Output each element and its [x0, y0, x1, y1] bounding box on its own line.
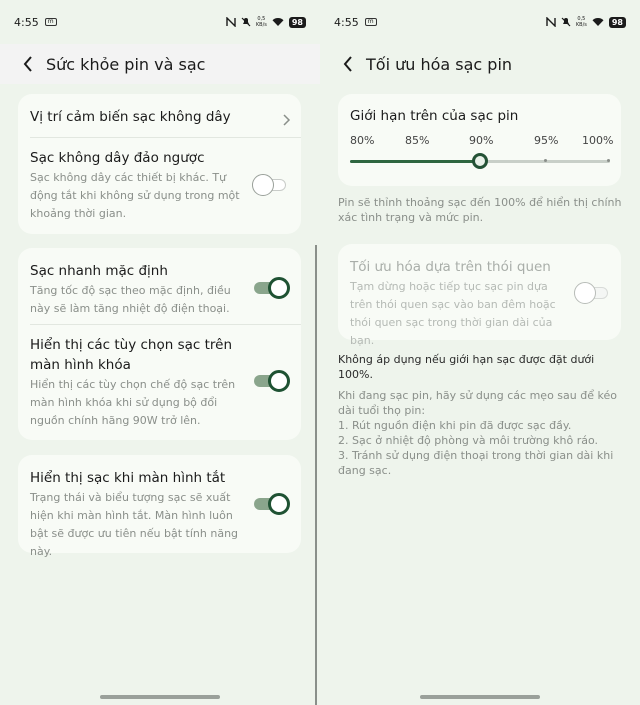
mute-icon: [561, 17, 571, 27]
slider-label: 100%: [582, 134, 614, 147]
reverse-wireless-toggle[interactable]: [252, 174, 288, 196]
status-bar: 4:55 m 0,5 KB/s 98: [0, 0, 320, 44]
back-arrow-icon: [23, 56, 32, 72]
slider-thumb[interactable]: [472, 153, 488, 169]
slider-fill: [350, 160, 480, 163]
battery-indicator: 98: [608, 16, 626, 28]
wifi-icon: [592, 18, 604, 26]
charge-limit-slider[interactable]: [350, 153, 610, 169]
item-title: Vị trí cảm biến sạc không dây: [30, 109, 231, 125]
page-title: Tối ưu hóa sạc pin: [366, 54, 513, 74]
item-title: Hiển thị các tùy chọn sạc trên màn hình …: [30, 337, 232, 373]
habit-card: Tối ưu hóa dựa trên thói quen Tạm dừng h…: [338, 244, 621, 347]
tips-section: Khi đang sạc pin, hãy sử dụng các mẹo sa…: [338, 388, 628, 478]
slider-label: 80%: [350, 134, 375, 147]
item-title: Hiển thị sạc khi màn hình tắt: [30, 470, 226, 486]
status-time: 4:55: [14, 15, 39, 29]
lockscreen-options-toggle[interactable]: [254, 370, 290, 392]
item-desc: Hiển thị các tùy chọn chế độ sạc trên mà…: [30, 378, 236, 427]
status-time: 4:55: [334, 15, 359, 29]
slider-label: 85%: [405, 134, 430, 147]
wifi-icon: [272, 18, 284, 26]
slider-label: 95%: [534, 134, 559, 147]
screen-off-charging-toggle[interactable]: [254, 493, 290, 515]
nfc-icon: [226, 17, 236, 27]
gesture-nav-handle[interactable]: [420, 695, 540, 699]
mute-icon: [241, 17, 251, 27]
slider-note: Pin sẽ thỉnh thoảng sạc đến 100% để hiển…: [338, 196, 622, 224]
charge-limit-title: Giới hạn trên của sạc pin: [350, 108, 519, 124]
network-speed: 0,5 KB/s: [255, 16, 267, 28]
app-bar: Sức khỏe pin và sạc: [0, 44, 320, 84]
item-desc: Tạm dừng hoặc tiếp tục sạc pin dựa trên …: [350, 280, 556, 347]
gesture-nav-handle[interactable]: [100, 695, 220, 699]
habit-optimization-toggle[interactable]: [574, 282, 610, 304]
tip-item: 3. Tránh sử dụng điện thoại trong thời g…: [338, 449, 614, 477]
tips-intro: Khi đang sạc pin, hãy sử dụng các mẹo sa…: [338, 389, 617, 417]
wireless-sensor-position-item[interactable]: Vị trí cảm biến sạc không dây: [30, 107, 289, 127]
divider: [30, 137, 301, 138]
back-arrow-icon: [343, 56, 352, 72]
chevron-right-icon: [283, 114, 291, 126]
battery-health-screen: 4:55 m 0,5 KB/s 98 Sức khỏe pin và sạc Vị…: [0, 0, 320, 705]
sim-icon: m: [364, 18, 377, 26]
charge-limit-card: Giới hạn trên của sạc pin 80% 85% 90% 95…: [338, 94, 621, 186]
slider-label: 90%: [469, 134, 494, 147]
nfc-icon: [546, 17, 556, 27]
status-bar: 4:55 m 0,5 KB/s 98: [320, 0, 640, 44]
sim-icon: m: [44, 18, 57, 26]
app-bar: Tối ưu hóa sạc pin: [320, 44, 640, 84]
screen-off-card: Hiển thị sạc khi màn hình tắt Trạng thái…: [18, 455, 301, 558]
screen-divider: [315, 245, 317, 705]
network-speed: 0,5 KB/s: [575, 16, 587, 28]
item-title: Tối ưu hóa dựa trên thói quen: [350, 259, 551, 275]
tip-item: 2. Sạc ở nhiệt độ phòng và môi trường kh…: [338, 434, 599, 447]
lockscreen-options-item[interactable]: Hiển thị các tùy chọn sạc trên màn hình …: [30, 335, 251, 430]
not-apply-note: Không áp dụng nếu giới hạn sạc được đặt …: [338, 353, 595, 381]
slider-tick: [607, 159, 610, 162]
divider: [30, 324, 301, 325]
slider-tick: [544, 159, 547, 162]
item-desc: Trạng thái và biểu tượng sạc sẽ xuất hiệ…: [30, 491, 239, 558]
item-title: Sạc không dây đảo ngược: [30, 150, 205, 166]
item-desc: Sạc không dây các thiết bị khác. Tự động…: [30, 171, 240, 220]
reverse-wireless-item[interactable]: Sạc không dây đảo ngược Sạc không dây cá…: [30, 148, 251, 223]
screen-off-charging-item[interactable]: Hiển thị sạc khi màn hình tắt Trạng thái…: [30, 468, 251, 561]
back-button[interactable]: [18, 54, 38, 74]
back-button[interactable]: [338, 54, 358, 74]
habit-optimization-item[interactable]: Tối ưu hóa dựa trên thói quen Tạm dừng h…: [350, 257, 571, 350]
wireless-card: Vị trí cảm biến sạc không dây Sạc không …: [18, 94, 301, 234]
item-desc: Tăng tốc độ sạc theo mặc định, điều này …: [30, 284, 231, 315]
battery-indicator: 98: [288, 16, 306, 28]
default-fast-charge-toggle[interactable]: [254, 277, 290, 299]
tip-item: 1. Rút nguồn điện khi pin đã được sạc đầ…: [338, 419, 572, 432]
default-fast-charge-item[interactable]: Sạc nhanh mặc định Tăng tốc độ sạc theo …: [30, 261, 251, 318]
charge-optimization-screen: 4:55 m 0,5 KB/s 98 Tối ưu hóa sạc pin Giớ…: [320, 0, 640, 705]
fast-charge-card: Sạc nhanh mặc định Tăng tốc độ sạc theo …: [18, 248, 301, 440]
page-title: Sức khỏe pin và sạc: [46, 54, 206, 74]
item-title: Sạc nhanh mặc định: [30, 263, 168, 279]
